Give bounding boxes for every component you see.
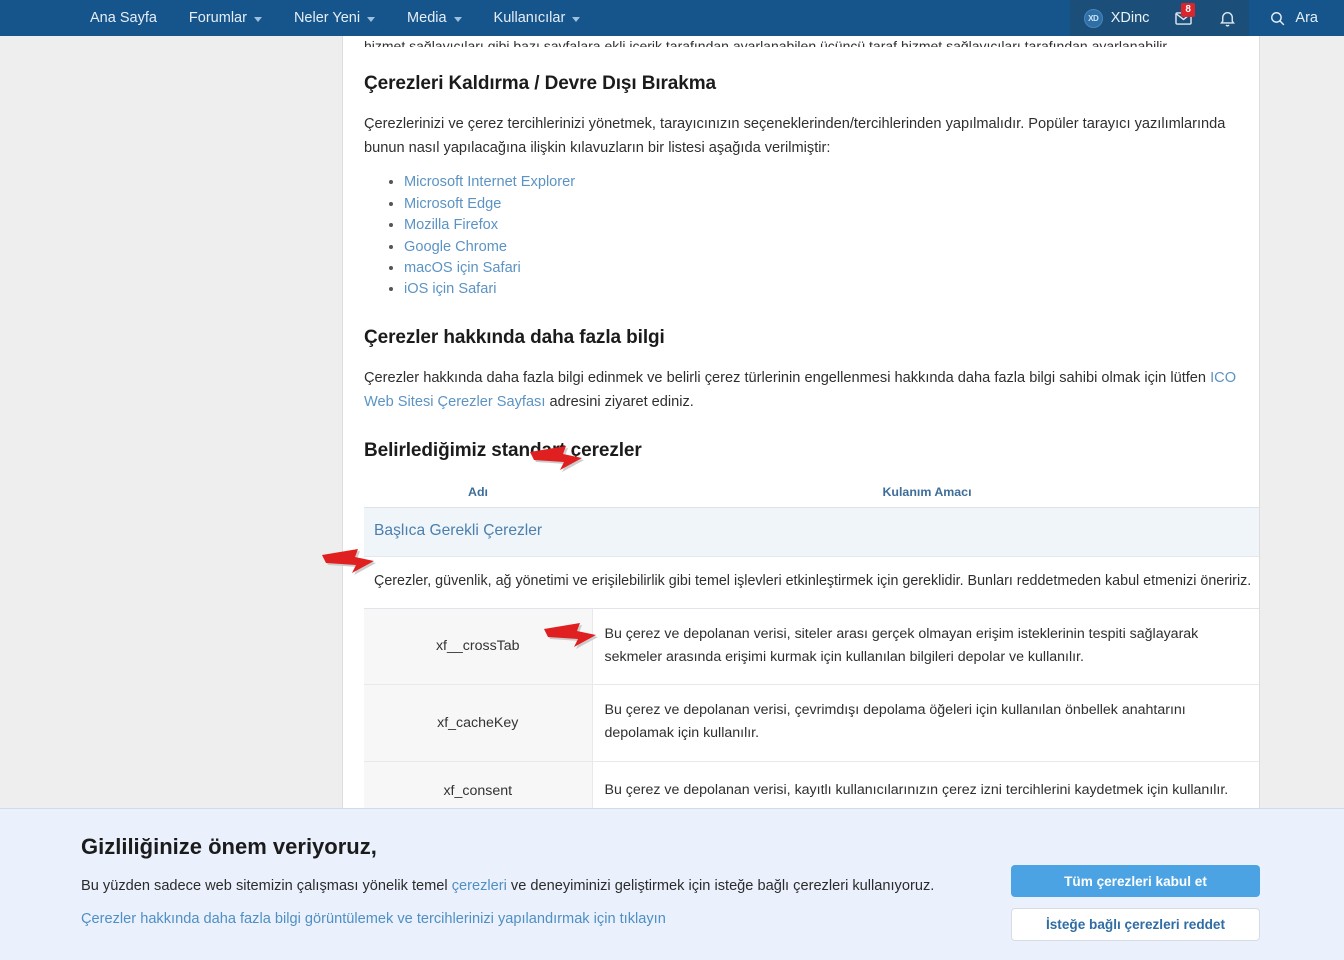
nav-item-label: Neler Yeni [293,10,361,26]
clipped-paragraph-top: hizmet sağlayıcıları gibi bazı sayfalara… [364,38,1171,47]
search-label: Ara [1295,10,1318,26]
chevron-down-icon [572,16,581,22]
username-label: XDinc [1110,10,1150,26]
search-icon [1271,11,1285,25]
paragraph-cookie-removal: Çerezlerinizi ve çerez tercihlerinizi yö… [364,116,1226,156]
nav-item-label: Ana Sayfa [90,10,157,26]
browser-link-ie[interactable]: Microsoft Internet Explorer [404,174,575,190]
secondary-nav-group: XD XDinc 8 Ara [1069,0,1344,36]
article-content-card: hizmet sağlayıcıları gibi bazı sayfalara… [342,36,1260,899]
browser-link-safari-macos[interactable]: macOS için Safari [404,260,521,276]
table-row: xf_cacheKey Bu çerez ve depolanan verisi… [364,684,1259,762]
article-body: hizmet sağlayıcıları gibi bazı sayfalara… [355,36,1259,899]
browser-link-safari-ios[interactable]: iOS için Safari [404,281,496,297]
heading-cookie-removal: Çerezleri Kaldırma / Devre Dışı Bırakma [364,73,716,94]
group-note-text: Çerezler, güvenlik, ağ yönetimi ve erişi… [364,556,1259,609]
browser-link-chrome[interactable]: Google Chrome [404,239,507,255]
nav-item-label: Media [407,10,447,26]
paragraph-more-info: Çerezler hakkında daha fazla bilgi edinm… [364,367,1247,414]
cookie-purpose: Bu çerez ve depolanan verisi, çevrimdışı… [592,684,1259,762]
list-item: macOS için Safari [404,258,1247,279]
nav-item-forums[interactable]: Forumlar [173,0,278,36]
cookie-name: xf__crossTab [364,608,593,686]
nav-item-label: Forumlar [188,10,247,26]
cookie-purpose: Bu çerez ve depolanan verisi, siteler ar… [592,608,1259,686]
bell-icon [1219,11,1235,27]
user-menu-button[interactable]: XD XDinc [1069,0,1162,36]
inbox-badge: 8 [1181,3,1195,17]
list-item: Mozilla Firefox [404,215,1247,236]
browser-guide-list: Microsoft Internet Explorer Microsoft Ed… [364,172,1247,301]
avatar: XD [1083,8,1103,28]
cookie-consent-banner: Gizliliğinize önem veriyoruz, Bu yüzden … [0,808,1344,960]
consent-body-post: ve deneyiminizi geliştirmek için isteğe … [506,878,935,894]
nav-item-media[interactable]: Media [391,0,478,36]
group-label: Başlıca Gerekli Çerezler [364,507,1259,558]
reject-optional-cookies-button[interactable]: İsteğe bağlı çerezleri reddet [1011,908,1260,941]
table-header-row: Adı Kulanım Amacı [364,479,1259,509]
consent-title: Gizliliğinize önem veriyoruz, [81,834,377,859]
column-header-purpose: Kulanım Amacı [592,479,1259,509]
nav-item-users[interactable]: Kullanıcılar [478,0,597,36]
chevron-down-icon [453,16,462,22]
consent-body-pre: Bu yüzden sadece web sitemizin çalışması… [81,878,452,894]
alerts-button[interactable] [1205,0,1250,36]
list-item: Google Chrome [404,237,1247,258]
more-info-text-pre: Çerezler hakkında daha fazla bilgi edinm… [364,369,1211,386]
nav-item-home[interactable]: Ana Sayfa [74,0,173,36]
table-group-row: Başlıca Gerekli Çerezler [364,507,1259,558]
primary-nav-group: Ana Sayfa Forumlar Neler Yeni Media Kull… [74,0,596,36]
inbox-button[interactable]: 8 [1161,0,1206,36]
list-item: Microsoft Edge [404,194,1247,215]
heading-standard-cookies: Belirlediğimiz standart çerezler [364,440,642,462]
consent-cookies-link[interactable]: çerezleri [452,878,507,894]
nav-item-label: Kullanıcılar [493,10,566,26]
consent-configure-link[interactable]: Çerezler hakkında daha fazla bilgi görün… [81,911,666,927]
nav-item-whats-new[interactable]: Neler Yeni [278,0,391,36]
chevron-down-icon [253,16,262,22]
consent-body-text: Bu yüzden sadece web sitemizin çalışması… [81,875,934,898]
browser-link-edge[interactable]: Microsoft Edge [404,196,501,212]
list-item: iOS için Safari [404,279,1247,300]
chevron-down-icon [367,16,376,22]
table-group-note-row: Çerezler, güvenlik, ağ yönetimi ve erişi… [364,556,1259,609]
table-head: Adı Kulanım Amacı [364,479,1259,509]
column-header-name: Adı [364,479,592,509]
browser-link-firefox[interactable]: Mozilla Firefox [404,217,498,233]
top-navigation-bar: Ana Sayfa Forumlar Neler Yeni Media Kull… [0,0,1344,36]
list-item: Microsoft Internet Explorer [404,172,1247,193]
more-info-text-post: adresini ziyaret ediniz. [545,393,694,410]
table-row: xf__crossTab Bu çerez ve depolanan veris… [364,608,1259,686]
accept-all-cookies-button[interactable]: Tüm çerezleri kabul et [1011,865,1260,897]
search-button[interactable]: Ara [1249,0,1344,36]
heading-more-info: Çerezler hakkında daha fazla bilgi [364,326,665,348]
cookie-name: xf_cacheKey [364,684,593,762]
